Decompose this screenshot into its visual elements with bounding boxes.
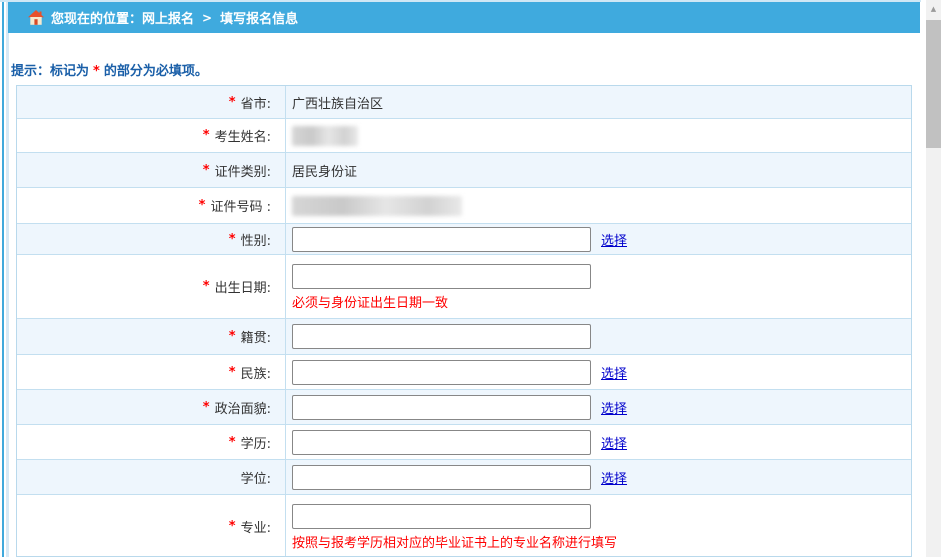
required-asterisk: * xyxy=(229,435,236,450)
education-label: 学历: xyxy=(241,433,271,452)
major-label-cell: * 专业: xyxy=(17,495,286,557)
breadcrumb-prefix: 您现在的位置： xyxy=(51,8,142,27)
required-fields-tip: 提示：标记为 * 的部分为必填项。 xyxy=(11,60,208,78)
form-row-birthdate: * 出生日期: 必须与身份证出生日期一致 xyxy=(17,255,911,319)
native-place-label-cell: * 籍贯: xyxy=(17,319,286,354)
candidate-name-label-cell: * 考生姓名: xyxy=(17,119,286,152)
required-asterisk: * xyxy=(229,95,236,110)
required-asterisk: * xyxy=(229,329,236,344)
required-asterisk: * xyxy=(229,232,236,247)
major-hint: 按照与报考学历相对应的毕业证书上的专业名称进行填写 xyxy=(292,532,617,551)
native-place-value-cell xyxy=(286,319,911,354)
breadcrumb-current-page[interactable]: 填写报名信息 xyxy=(220,8,298,27)
form-row-degree: 学位: 选择 xyxy=(17,460,911,495)
birthdate-hint: 必须与身份证出生日期一致 xyxy=(292,292,448,311)
form-row-major: * 专业: 按照与报考学历相对应的毕业证书上的专业名称进行填写 xyxy=(17,495,911,557)
id-type-label: 证件类别: xyxy=(215,161,271,180)
id-type-value-cell: 居民身份证 xyxy=(286,153,911,187)
birthdate-input[interactable] xyxy=(292,264,591,289)
form-row-education: * 学历: 选择 xyxy=(17,425,911,460)
degree-input[interactable] xyxy=(292,465,591,490)
required-asterisk: * xyxy=(203,163,210,178)
tip-text-after: 的部分为必填项。 xyxy=(104,64,208,79)
native-place-label: 籍贯: xyxy=(241,327,271,346)
education-input[interactable] xyxy=(292,430,591,455)
ethnicity-select-link[interactable]: 选择 xyxy=(601,363,627,382)
required-asterisk: * xyxy=(203,128,210,143)
page-left-stripe xyxy=(6,2,9,557)
birthdate-value-cell: 必须与身份证出生日期一致 xyxy=(286,255,911,318)
home-icon xyxy=(28,10,44,25)
province-label: 省市: xyxy=(241,93,271,112)
breadcrumb: 您现在的位置： 网上报名 > 填写报名信息 xyxy=(8,2,920,33)
tip-text-before: 提示：标记为 xyxy=(11,64,89,79)
id-number-label: 证件号码 : xyxy=(210,196,271,215)
gender-label: 性别: xyxy=(241,230,271,249)
breadcrumb-separator: > xyxy=(202,11,212,25)
major-value-cell: 按照与报考学历相对应的毕业证书上的专业名称进行填写 xyxy=(286,495,911,557)
education-value-cell: 选择 xyxy=(286,425,911,459)
id-number-label-cell: * 证件号码 : xyxy=(17,188,286,223)
breadcrumb-link-online-registration[interactable]: 网上报名 xyxy=(142,8,194,27)
form-row-native-place: * 籍贯: xyxy=(17,319,911,355)
scrollbar-up-arrow-icon[interactable]: ▲ xyxy=(926,0,941,17)
education-label-cell: * 学历: xyxy=(17,425,286,459)
gender-label-cell: * 性别: xyxy=(17,224,286,254)
birthdate-label-cell: * 出生日期: xyxy=(17,255,286,318)
degree-value-cell: 选择 xyxy=(286,460,911,494)
ethnicity-input[interactable] xyxy=(292,360,591,385)
province-value-cell: 广西壮族自治区 xyxy=(286,86,911,118)
vertical-scrollbar[interactable]: ▲ xyxy=(926,0,941,557)
required-asterisk: * xyxy=(199,198,206,213)
scrollbar-thumb[interactable] xyxy=(926,20,941,148)
province-value: 广西壮族自治区 xyxy=(292,93,383,112)
registration-form-table: * 省市: 广西壮族自治区 * 考生姓名: * 证件类别: 居民身份证 * 证件… xyxy=(16,85,912,557)
id-type-label-cell: * 证件类别: xyxy=(17,153,286,187)
gender-input[interactable] xyxy=(292,227,591,252)
page-left-accent-line xyxy=(2,2,4,557)
birthdate-label: 出生日期: xyxy=(215,277,271,296)
major-label: 专业: xyxy=(241,517,271,536)
form-row-gender: * 性别: 选择 xyxy=(17,224,911,255)
gender-value-cell: 选择 xyxy=(286,224,911,254)
id-number-value-cell xyxy=(286,188,911,223)
id-type-value: 居民身份证 xyxy=(292,161,357,180)
political-status-select-link[interactable]: 选择 xyxy=(601,398,627,417)
degree-label: 学位: xyxy=(241,468,271,487)
required-asterisk: * xyxy=(203,400,210,415)
required-asterisk: * xyxy=(229,519,236,534)
political-status-input[interactable] xyxy=(292,395,591,420)
tip-asterisk: * xyxy=(93,64,100,79)
form-row-candidate-name: * 考生姓名: xyxy=(17,119,911,153)
form-row-political-status: * 政治面貌: 选择 xyxy=(17,390,911,425)
education-select-link[interactable]: 选择 xyxy=(601,433,627,452)
degree-select-link[interactable]: 选择 xyxy=(601,468,627,487)
ethnicity-label-cell: * 民族: xyxy=(17,355,286,389)
masked-id-number xyxy=(292,196,462,216)
political-status-label: 政治面貌: xyxy=(215,398,271,417)
form-row-id-number: * 证件号码 : xyxy=(17,188,911,224)
ethnicity-value-cell: 选择 xyxy=(286,355,911,389)
masked-candidate-name xyxy=(292,126,358,146)
province-label-cell: * 省市: xyxy=(17,86,286,118)
gender-select-link[interactable]: 选择 xyxy=(601,230,627,249)
required-asterisk: * xyxy=(203,279,210,294)
ethnicity-label: 民族: xyxy=(241,363,271,382)
political-status-value-cell: 选择 xyxy=(286,390,911,424)
form-row-ethnicity: * 民族: 选择 xyxy=(17,355,911,390)
political-status-label-cell: * 政治面貌: xyxy=(17,390,286,424)
candidate-name-value-cell xyxy=(286,119,911,152)
form-row-province: * 省市: 广西壮族自治区 xyxy=(17,86,911,119)
form-row-id-type: * 证件类别: 居民身份证 xyxy=(17,153,911,188)
major-input[interactable] xyxy=(292,504,591,529)
degree-label-cell: 学位: xyxy=(17,460,286,494)
native-place-input[interactable] xyxy=(292,324,591,349)
required-asterisk: * xyxy=(229,365,236,380)
candidate-name-label: 考生姓名: xyxy=(215,126,271,145)
